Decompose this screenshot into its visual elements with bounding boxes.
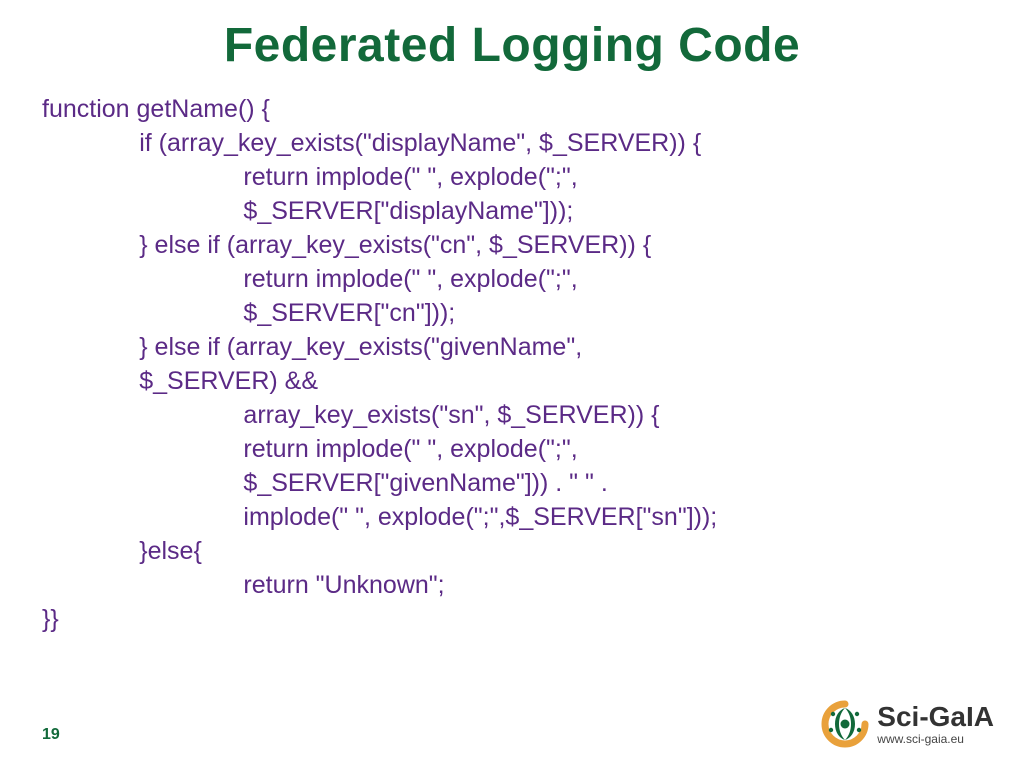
slide: Federated Logging Code function getName(… <box>0 0 1024 768</box>
brand-part2: GaIA <box>929 701 994 732</box>
logo-text: Sci-GaIA www.sci-gaia.eu <box>877 703 994 745</box>
brand-name: Sci-GaIA <box>877 703 994 731</box>
code-block: function getName() { if (array_key_exist… <box>42 92 982 636</box>
logo-mark-icon <box>821 700 869 748</box>
brand-part1: Sci <box>877 701 919 732</box>
footer-logo: Sci-GaIA www.sci-gaia.eu <box>821 700 994 748</box>
slide-title: Federated Logging Code <box>0 18 1024 73</box>
page-number: 19 <box>42 726 60 744</box>
brand-dash: - <box>919 701 928 732</box>
brand-url: www.sci-gaia.eu <box>877 733 994 745</box>
